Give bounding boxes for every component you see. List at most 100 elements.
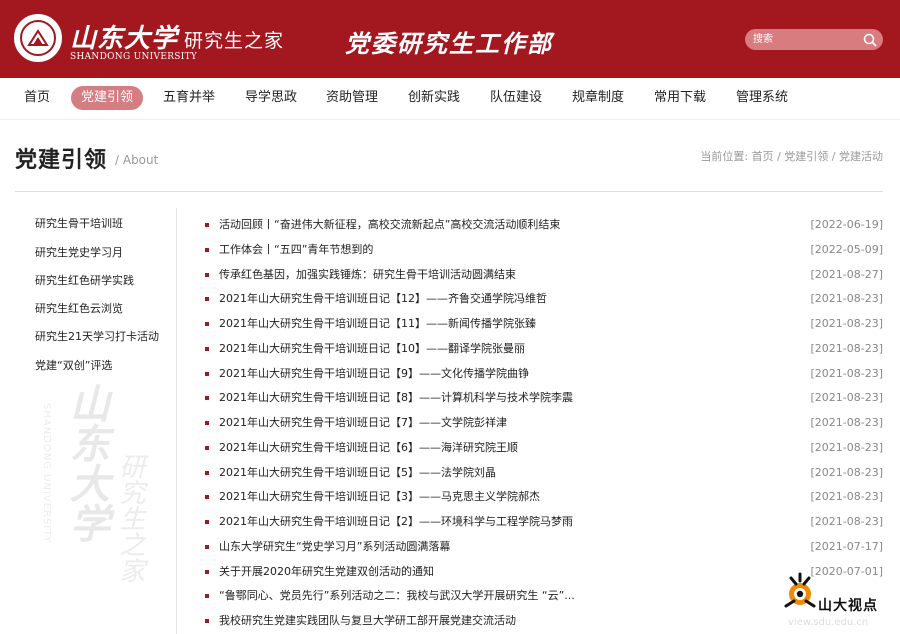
news-date: [2021-08-23] bbox=[810, 367, 883, 380]
search-icon[interactable] bbox=[861, 31, 879, 49]
nav-team-building[interactable]: 队伍建设 bbox=[480, 86, 552, 110]
news-item[interactable]: 工作体会丨“五四”青年节想到的 [2022-05-09] bbox=[195, 240, 885, 260]
nav-financial-aid[interactable]: 资助管理 bbox=[316, 86, 388, 110]
news-title[interactable]: “鲁鄂同心、党员先行”系列活动之二：我校与武汉大学开展研究生 “云”... bbox=[219, 586, 575, 606]
news-item[interactable]: 2021年山大研究生骨干培训班日记【10】——翻译学院张曼丽 [2021-08-2… bbox=[195, 339, 885, 359]
search-input[interactable] bbox=[753, 31, 853, 48]
news-title[interactable]: 我校研究生党建实践团队与复旦大学研工部开展党建交流活动 bbox=[219, 611, 516, 631]
breadcrumb-prefix: 当前位置: bbox=[700, 150, 749, 163]
sidebar-item-party-history-month[interactable]: 研究生党史学习月 bbox=[35, 244, 123, 260]
bullet-icon bbox=[205, 322, 209, 326]
nav-innovation[interactable]: 创新实践 bbox=[398, 86, 470, 110]
news-title[interactable]: 2021年山大研究生骨干培训班日记【7】——文学院彭祥津 bbox=[219, 413, 507, 433]
news-title[interactable]: 2021年山大研究生骨干培训班日记【12】——齐鲁交通学院冯维哲 bbox=[219, 289, 547, 309]
bullet-icon bbox=[205, 372, 209, 376]
news-date: [2021-08-23] bbox=[810, 292, 883, 305]
news-date: [2021-08-27] bbox=[810, 268, 883, 281]
nav-party-building[interactable]: 党建引领 bbox=[71, 86, 144, 110]
news-title[interactable]: 活动回顾丨“奋进伟大新征程，高校交流新起点”高校交流活动顺利结束 bbox=[219, 215, 560, 235]
sidebar-item-red-cloud-browse[interactable]: 研究生红色云浏览 bbox=[35, 300, 123, 316]
news-date: [2022-06-19] bbox=[810, 218, 883, 231]
university-seal-logo[interactable] bbox=[14, 14, 62, 62]
seal-mountain-icon bbox=[27, 29, 49, 46]
bullet-icon bbox=[205, 520, 209, 524]
news-title[interactable]: 传承红色基因，加强实践锤炼：研究生骨干培训活动圆满结束 bbox=[219, 265, 516, 285]
watermark-english: SHANDONG UNIVERSITY bbox=[41, 403, 52, 544]
breadcrumb: 当前位置: 首页 / 党建引领 / 党建活动 bbox=[700, 148, 883, 164]
watermark-calligraphy: 山东大学 bbox=[63, 383, 110, 543]
bullet-icon bbox=[205, 347, 209, 351]
news-item[interactable]: 2021年山大研究生骨干培训班日记【8】——计算机科学与技术学院李震 [2021-… bbox=[195, 388, 885, 408]
news-date: [2021-08-23] bbox=[810, 416, 883, 429]
news-item[interactable]: 2021年山大研究生骨干培训班日记【9】——文化传播学院曲铮 [2021-08-2… bbox=[195, 364, 885, 384]
brand-calligraphy: 山东大学 bbox=[70, 24, 179, 54]
sun-eye-icon bbox=[784, 572, 816, 608]
sidebar-item-backbone-training[interactable]: 研究生骨干培训班 bbox=[35, 215, 123, 231]
news-item[interactable]: 2021年山大研究生骨干培训班日记【7】——文学院彭祥津 [2021-08-23] bbox=[195, 413, 885, 433]
corner-logo-text: 山大视点 bbox=[818, 598, 878, 614]
sidebar-item-21day-checkin[interactable]: 研究生21天学习打卡活动 bbox=[35, 328, 159, 344]
news-item[interactable]: 活动回顾丨“奋进伟大新征程，高校交流新起点”高校交流活动顺利结束 [2022-06… bbox=[195, 215, 885, 235]
bullet-icon bbox=[205, 570, 209, 574]
sidebar: SHANDONG UNIVERSITY 山东大学 研究生之家 研究生骨干培训班 … bbox=[15, 208, 177, 634]
page-title: 党建引领 bbox=[15, 148, 108, 173]
nav-regulations[interactable]: 规章制度 bbox=[562, 86, 634, 110]
news-title[interactable]: 2021年山大研究生骨干培训班日记【2】——环境科学与工程学院马梦雨 bbox=[219, 512, 573, 532]
bullet-icon bbox=[205, 471, 209, 475]
news-item[interactable]: 2021年山大研究生骨干培训班日记【12】——齐鲁交通学院冯维哲 [2021-08… bbox=[195, 289, 885, 309]
news-date: [2021-08-23] bbox=[810, 441, 883, 454]
news-title[interactable]: 2021年山大研究生骨干培训班日记【9】——文化传播学院曲铮 bbox=[219, 364, 529, 384]
nav-home[interactable]: 首页 bbox=[14, 86, 60, 110]
department-title: 党委研究生工作部 bbox=[345, 29, 553, 58]
bullet-icon bbox=[205, 421, 209, 425]
news-title[interactable]: 2021年山大研究生骨干培训班日记【10】——翻译学院张曼丽 bbox=[219, 339, 525, 359]
news-item[interactable]: 传承红色基因，加强实践锤炼：研究生骨干培训活动圆满结束 [2021-08-27] bbox=[195, 265, 885, 285]
breadcrumb-separator: / bbox=[831, 150, 836, 163]
news-title[interactable]: 工作体会丨“五四”青年节想到的 bbox=[219, 240, 373, 260]
news-date: [2021-08-23] bbox=[810, 317, 883, 330]
news-title[interactable]: 2021年山大研究生骨干培训班日记【3】——马克思主义学院郝杰 bbox=[219, 487, 540, 507]
breadcrumb-current[interactable]: 党建活动 bbox=[839, 150, 883, 163]
corner-logo-url: view.sdu.edu.cn bbox=[788, 617, 869, 628]
breadcrumb-home[interactable]: 首页 bbox=[752, 150, 774, 163]
news-date: [2021-08-23] bbox=[810, 490, 883, 503]
breadcrumb-separator: / bbox=[777, 150, 781, 163]
title-divider bbox=[15, 191, 883, 192]
news-item[interactable]: 2021年山大研究生骨干培训班日记【3】——马克思主义学院郝杰 [2021-08-… bbox=[195, 487, 885, 507]
bullet-icon bbox=[205, 223, 209, 227]
nav-five-education[interactable]: 五育并举 bbox=[153, 86, 225, 110]
news-item[interactable]: 2021年山大研究生骨干培训班日记【11】——新闻传播学院张臻 [2021-08-… bbox=[195, 314, 885, 334]
news-item[interactable]: 2021年山大研究生骨干培训班日记【6】——海洋研究院王顺 [2021-08-23… bbox=[195, 438, 885, 458]
breadcrumb-section[interactable]: 党建引领 bbox=[784, 150, 828, 163]
news-date: [2021-08-23] bbox=[810, 466, 883, 479]
news-date: [2021-08-23] bbox=[810, 342, 883, 355]
sidebar-item-double-creation[interactable]: 党建“双创”评选 bbox=[35, 357, 112, 373]
bullet-icon bbox=[205, 545, 209, 549]
news-date: [2022-05-09] bbox=[810, 243, 883, 256]
bullet-icon bbox=[205, 396, 209, 400]
news-title[interactable]: 山东大学研究生“党史学习月”系列活动圆满落幕 bbox=[219, 537, 450, 557]
university-watermark: SHANDONG UNIVERSITY 山东大学 研究生之家 bbox=[25, 383, 175, 634]
news-title[interactable]: 2021年山大研究生骨干培训班日记【8】——计算机科学与技术学院李震 bbox=[219, 388, 573, 408]
news-title[interactable]: 2021年山大研究生骨干培训班日记【6】——海洋研究院王顺 bbox=[219, 438, 518, 458]
news-date: [2021-07-17] bbox=[810, 540, 883, 553]
news-item[interactable]: 2021年山大研究生骨干培训班日记【5】——法学院刘晶 [2021-08-23] bbox=[195, 463, 885, 483]
news-title[interactable]: 2021年山大研究生骨干培训班日记【11】——新闻传播学院张臻 bbox=[219, 314, 536, 334]
news-date: [2021-08-23] bbox=[810, 391, 883, 404]
nav-mentor-ideology[interactable]: 导学思政 bbox=[235, 86, 307, 110]
bullet-icon bbox=[205, 594, 209, 598]
site-header: 山东大学 研究生之家 SHANDONG UNIVERSITY 党委研究生工作部 bbox=[0, 0, 900, 78]
bullet-icon bbox=[205, 248, 209, 252]
news-item[interactable]: 2021年山大研究生骨干培训班日记【2】——环境科学与工程学院马梦雨 [2021-… bbox=[195, 512, 885, 532]
search-box bbox=[745, 29, 883, 50]
sidebar-item-red-study-practice[interactable]: 研究生红色研学实践 bbox=[35, 272, 134, 288]
site-brand[interactable]: 山东大学 研究生之家 bbox=[70, 18, 285, 54]
news-title[interactable]: 2021年山大研究生骨干培训班日记【5】——法学院刘晶 bbox=[219, 463, 496, 483]
nav-downloads[interactable]: 常用下载 bbox=[644, 86, 716, 110]
corner-media-logo: 山大视点 view.sdu.edu.cn bbox=[780, 570, 895, 632]
brand-subtitle: 研究生之家 bbox=[184, 30, 285, 52]
news-title[interactable]: 关于开展2020年研究生党建双创活动的通知 bbox=[219, 562, 434, 582]
news-date: [2021-08-23] bbox=[810, 515, 883, 528]
nav-management-system[interactable]: 管理系统 bbox=[726, 86, 798, 110]
news-item[interactable]: 山东大学研究生“党史学习月”系列活动圆满落幕 [2021-07-17] bbox=[195, 537, 885, 557]
